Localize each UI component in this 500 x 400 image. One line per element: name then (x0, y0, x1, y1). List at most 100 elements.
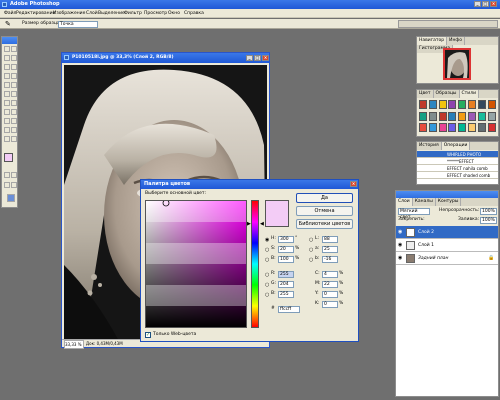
doc-close-button[interactable]: × (262, 54, 269, 61)
notes-tool-icon[interactable] (4, 127, 10, 133)
pen-tool-icon[interactable] (4, 118, 10, 124)
type-tool-icon[interactable] (11, 109, 17, 115)
style-swatch[interactable] (468, 111, 476, 121)
style-swatch[interactable] (477, 123, 486, 132)
style-swatch[interactable] (438, 123, 447, 132)
sample-size-select[interactable]: Точка (58, 21, 98, 28)
eyedropper-icon[interactable]: ✎ (5, 20, 11, 28)
menu-item-file[interactable]: Файл (4, 9, 16, 18)
style-swatch[interactable] (458, 111, 467, 121)
opacity-field[interactable]: 100% (480, 208, 497, 215)
maximize-button[interactable]: □ (482, 0, 489, 7)
shape-tool-icon[interactable] (11, 118, 17, 124)
dialog-close-button[interactable]: × (350, 181, 357, 187)
eraser-tool-icon[interactable] (4, 91, 10, 97)
action-item[interactable]: ******EFFECT (417, 158, 498, 165)
eye-icon[interactable]: ◉ (398, 256, 402, 261)
magic-wand-tool-icon[interactable] (11, 55, 17, 61)
color-field[interactable] (145, 200, 247, 328)
bv-radio[interactable]: ○ (265, 292, 269, 298)
c-field[interactable]: 4 (322, 271, 338, 278)
layer-row[interactable]: ◉ Задний план 🔒 (396, 252, 498, 265)
healing-tool-icon[interactable] (4, 73, 10, 79)
quick-mask-standard-icon[interactable] (4, 172, 10, 178)
eye-icon[interactable]: ◉ (398, 230, 402, 235)
a-field[interactable]: 25 (322, 246, 338, 253)
style-swatch[interactable] (419, 100, 427, 109)
style-swatch[interactable] (428, 100, 437, 109)
minimize-button[interactable]: _ (474, 0, 481, 7)
slice-tool-icon[interactable] (11, 64, 17, 70)
jump-to-imageready-icon[interactable] (7, 194, 15, 202)
layer-row[interactable]: ◉ Слой 2 (396, 226, 498, 239)
tab-paths[interactable]: Контуры (435, 198, 462, 206)
tab-navigator[interactable]: Навигатор (417, 37, 448, 45)
style-swatch[interactable] (419, 123, 427, 132)
g-field[interactable]: 204 (278, 281, 294, 288)
close-button[interactable]: × (490, 0, 497, 7)
style-swatch[interactable] (487, 100, 496, 109)
action-item[interactable]: EFFECT nahila comb (417, 165, 498, 172)
s-field[interactable]: 20 (278, 246, 294, 253)
zoom-tool-icon[interactable] (11, 136, 17, 142)
lab-b-field[interactable]: -16 (322, 256, 338, 263)
eye-icon[interactable]: ◉ (398, 243, 402, 248)
ok-button[interactable]: Да (296, 193, 353, 203)
action-item[interactable]: WHIRLED PHOTO (417, 151, 498, 158)
tab-styles[interactable]: Стили (459, 90, 479, 98)
l-radio[interactable]: ○ (309, 237, 313, 243)
tab-channels[interactable]: Каналы (412, 198, 436, 206)
hue-slider-handle-right[interactable]: ◀ (260, 222, 264, 227)
dodge-tool-icon[interactable] (11, 100, 17, 106)
menu-item-view[interactable]: Просмотр (144, 9, 167, 18)
menu-item-edit[interactable]: Редактирование (16, 9, 55, 18)
cancel-button[interactable]: Отмена (296, 206, 353, 216)
color-picker-title-bar[interactable]: Палитра цветов × (141, 180, 358, 189)
doc-info[interactable]: Док: 0,43М/0,43М (86, 340, 123, 347)
blur-tool-icon[interactable] (4, 100, 10, 106)
lasso-tool-icon[interactable] (4, 55, 10, 61)
action-item[interactable]: EFFECT shaded comb (417, 172, 498, 179)
screen-mode-standard-icon[interactable] (4, 182, 10, 188)
k-field[interactable]: 0 (322, 301, 338, 308)
color-libraries-button[interactable]: Библиотеки цветов (296, 219, 353, 229)
style-swatch[interactable] (487, 123, 496, 132)
style-swatch[interactable] (419, 111, 427, 121)
doc-minimize-button[interactable]: _ (246, 54, 253, 61)
h-radio[interactable]: ◉ (265, 237, 269, 243)
style-swatch[interactable] (468, 123, 476, 132)
zoom-level[interactable]: 33,33 % (64, 340, 84, 349)
bv-field[interactable]: 255 (278, 291, 294, 298)
b-radio[interactable]: ○ (265, 257, 269, 263)
menu-item-layer[interactable]: Слой (86, 9, 98, 18)
style-swatch[interactable] (428, 111, 437, 121)
crop-tool-icon[interactable] (4, 64, 10, 70)
foreground-color-swatch[interactable] (4, 153, 13, 162)
screen-mode-full-icon[interactable] (11, 182, 17, 188)
menu-item-image[interactable]: Изображение (53, 9, 85, 18)
web-colors-checkbox[interactable]: ✓ (145, 332, 151, 338)
tab-history[interactable]: История (417, 142, 442, 150)
tab-swatches[interactable]: Образцы (433, 90, 460, 98)
h-field[interactable]: 300 (278, 236, 294, 243)
r-radio[interactable]: ○ (265, 272, 269, 278)
style-swatch[interactable] (438, 100, 447, 109)
history-brush-tool-icon[interactable] (11, 82, 17, 88)
g-radio[interactable]: ○ (265, 282, 269, 288)
stamp-tool-icon[interactable] (4, 82, 10, 88)
menu-item-filter[interactable]: Фильтр (124, 9, 142, 18)
style-swatch[interactable] (477, 100, 486, 109)
quick-mask-icon[interactable] (11, 172, 17, 178)
r-field[interactable]: 255 (278, 271, 294, 278)
l-field[interactable]: 88 (322, 236, 338, 243)
menu-item-help[interactable]: Справка (184, 9, 204, 18)
style-swatch[interactable] (448, 111, 457, 121)
eyedropper-tool-icon[interactable] (11, 127, 17, 133)
previous-color-preview[interactable] (265, 214, 289, 227)
hand-tool-icon[interactable] (4, 136, 10, 142)
tab-color[interactable]: Цвет (417, 90, 434, 98)
style-swatch[interactable] (477, 111, 486, 121)
marquee-tool-icon[interactable] (4, 46, 10, 52)
y-field[interactable]: 0 (322, 291, 338, 298)
brush-tool-icon[interactable] (11, 73, 17, 79)
